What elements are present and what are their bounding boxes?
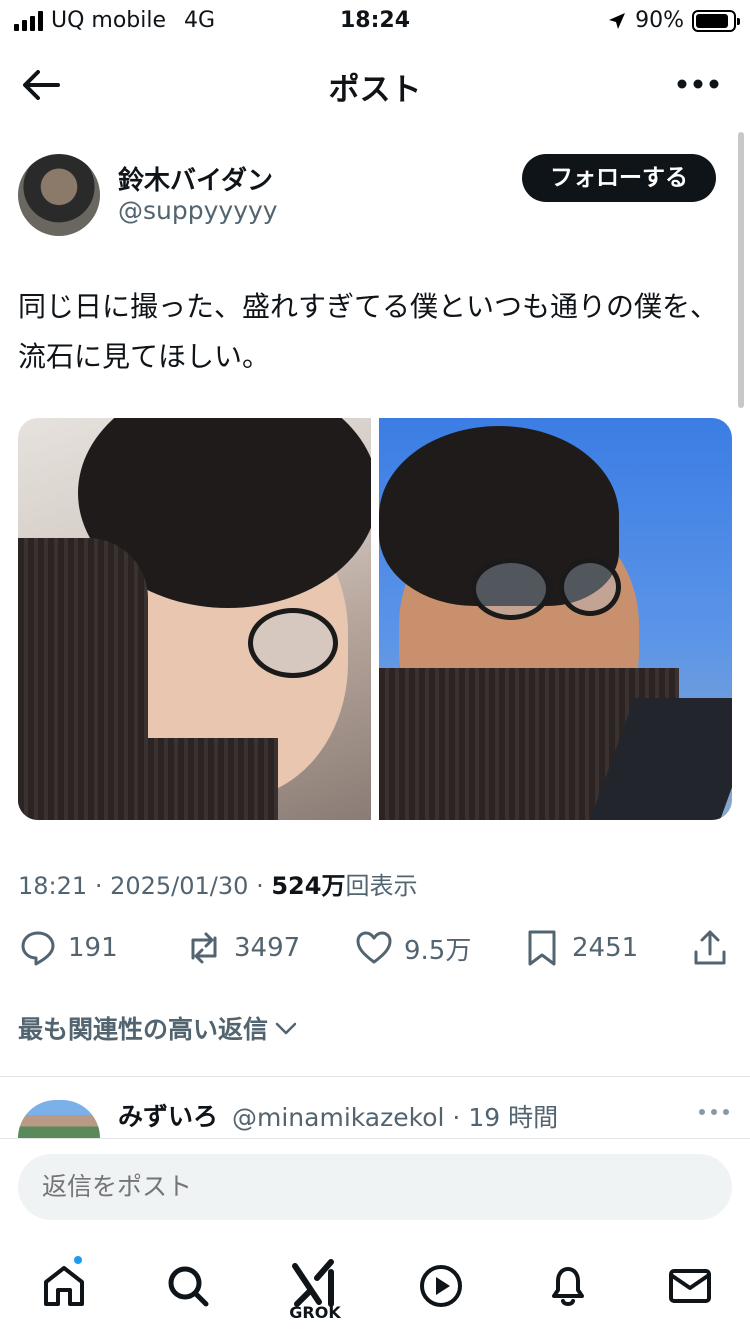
- heart-icon: [356, 931, 392, 964]
- reply-count: 191: [68, 933, 118, 963]
- location-arrow-icon: [609, 12, 626, 29]
- status-bar: UQ mobile 4G 18:24 90%: [0, 0, 750, 42]
- divider: [0, 1138, 750, 1139]
- post-media: [18, 418, 732, 820]
- repost-action[interactable]: 3497: [184, 928, 300, 968]
- more-horizontal-icon[interactable]: [698, 1104, 730, 1120]
- page-title: ポスト: [328, 72, 422, 108]
- notification-dot: [72, 1254, 84, 1266]
- top-navigation: ポスト: [0, 42, 750, 126]
- share-action[interactable]: [690, 928, 730, 968]
- tab-video[interactable]: [413, 1258, 469, 1314]
- search-icon: [168, 1266, 209, 1307]
- home-icon: [44, 1266, 84, 1306]
- repost-count: 3497: [234, 933, 301, 963]
- reply-time: 19 時間: [468, 1103, 559, 1132]
- post-date: 2025/01/30: [110, 872, 249, 900]
- reply-sort-dropdown[interactable]: 最も関連性の高い返信: [18, 1010, 298, 1046]
- mail-icon: [669, 1269, 711, 1303]
- post-text: 同じ日に撮った、盛れすぎてる僕といつも通りの僕を、流石に見てほしい。: [18, 290, 719, 373]
- reply-avatar[interactable]: [18, 1100, 100, 1138]
- reply-action[interactable]: 191: [18, 928, 118, 968]
- view-count: 524万: [271, 872, 346, 900]
- like-action[interactable]: 9.5万: [354, 928, 471, 968]
- bookmark-action[interactable]: 2451: [522, 928, 638, 968]
- battery-icon: [692, 9, 740, 32]
- meta-separator: ·: [256, 872, 264, 900]
- comment-icon: [21, 931, 55, 966]
- reply-input[interactable]: [18, 1154, 732, 1220]
- meta-separator: ·: [452, 1103, 461, 1132]
- author-avatar[interactable]: [18, 154, 100, 236]
- bookmark-icon: [528, 930, 556, 966]
- reply-handle[interactable]: @minamikazekol: [232, 1103, 444, 1132]
- scrollbar[interactable]: [738, 132, 744, 408]
- follow-button[interactable]: フォローする: [522, 154, 716, 202]
- post-photo-1[interactable]: [18, 418, 371, 820]
- grok-label: GROK: [289, 1303, 341, 1322]
- tab-notifications[interactable]: [540, 1258, 596, 1314]
- video-play-icon: [420, 1265, 462, 1307]
- author-handle[interactable]: @suppyyyyy: [118, 196, 278, 225]
- more-horizontal-icon[interactable]: [676, 72, 720, 96]
- repost-icon: [191, 932, 217, 964]
- status-right: 90%: [607, 8, 740, 33]
- post-time: 18:21: [18, 872, 88, 900]
- post-meta: 18:21 · 2025/01/30 · 524万回表示: [18, 866, 417, 901]
- meta-separator: ·: [94, 872, 103, 900]
- view-count-label: 回表示: [345, 872, 418, 900]
- battery-percent: 90%: [635, 8, 684, 33]
- bell-icon: [552, 1267, 584, 1306]
- reply-sort-label: 最も関連性の高い返信: [18, 1015, 269, 1044]
- tab-search[interactable]: [160, 1258, 216, 1314]
- divider: [0, 1076, 750, 1077]
- reply-author-meta: @minamikazekol · 19 時間: [232, 1098, 558, 1134]
- post-photo-2[interactable]: [379, 418, 732, 820]
- share-icon: [694, 930, 726, 965]
- author-name[interactable]: 鈴木バイダン: [118, 160, 273, 197]
- chevron-down-icon: [275, 1022, 297, 1035]
- bookmark-count: 2451: [572, 933, 639, 963]
- tab-messages[interactable]: [662, 1258, 718, 1314]
- tab-home[interactable]: [36, 1258, 92, 1314]
- reply-author-name[interactable]: みずいろ: [118, 1097, 218, 1133]
- like-count: 9.5万: [404, 935, 472, 966]
